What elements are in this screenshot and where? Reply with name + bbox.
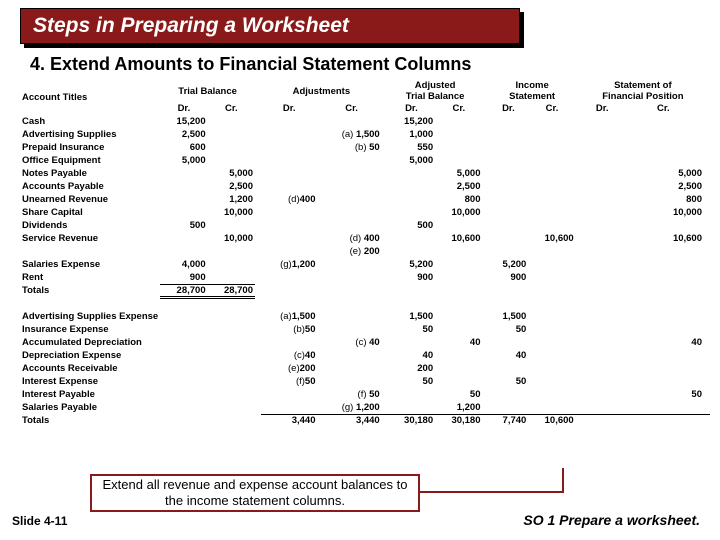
account-title: Salaries Payable bbox=[20, 401, 160, 414]
dr-header: Dr. bbox=[489, 102, 529, 115]
account-title: Totals bbox=[20, 414, 160, 427]
table-row: Accumulated Depreciation(c) 404040 bbox=[20, 336, 710, 349]
account-title: Depreciation Expense bbox=[20, 349, 160, 362]
table-row: Advertising Supplies Expense(a)1,5001,50… bbox=[20, 310, 710, 323]
table-row: Share Capital10,00010,00010,000 bbox=[20, 206, 710, 219]
col-group: Statement ofFinancial Position bbox=[582, 80, 704, 102]
col-group: Trial Balance bbox=[160, 80, 255, 102]
worksheet-grid: Account TitlesTrial Balance Adjustments Ad… bbox=[20, 80, 710, 427]
table-row: Salaries Expense4,000(g)1,2005,2005,200 bbox=[20, 258, 710, 271]
account-title: Insurance Expense bbox=[20, 323, 160, 336]
account-title: Advertising Supplies bbox=[20, 128, 160, 141]
banner-title: Steps in Preparing a Worksheet bbox=[33, 14, 349, 38]
col-group: Adjustments bbox=[261, 80, 382, 102]
dr-header: Dr. bbox=[261, 102, 317, 115]
cr-header: Cr. bbox=[435, 102, 482, 115]
table-row: Accounts Payable2,5002,5002,500 bbox=[20, 180, 710, 193]
account-title: Share Capital bbox=[20, 206, 160, 219]
callout-box: Extend all revenue and expense account b… bbox=[90, 474, 420, 512]
cr-header: Cr. bbox=[321, 102, 381, 115]
account-title: Rent bbox=[20, 271, 160, 284]
table-row: Interest Payable(f) 505050 bbox=[20, 388, 710, 401]
account-title: Accumulated Depreciation bbox=[20, 336, 160, 349]
account-title: Accounts Payable bbox=[20, 180, 160, 193]
account-title: Interest Expense bbox=[20, 375, 160, 388]
col-group: IncomeStatement bbox=[489, 80, 576, 102]
account-title bbox=[20, 245, 160, 258]
cr-header: Cr. bbox=[528, 102, 575, 115]
account-title: Interest Payable bbox=[20, 388, 160, 401]
account-title: Unearned Revenue bbox=[20, 193, 160, 206]
table-row: Office Equipment5,0005,000 bbox=[20, 154, 710, 167]
account-title: Office Equipment bbox=[20, 154, 160, 167]
table-row: Insurance Expense(b)505050 bbox=[20, 323, 710, 336]
dr-header: Dr. bbox=[388, 102, 435, 115]
subheading: 4. Extend Amounts to Financial Statement… bbox=[30, 54, 471, 75]
table-row: (e) 200 bbox=[20, 245, 710, 258]
table-row: Totals28,70028,700 bbox=[20, 284, 710, 297]
table-row: Depreciation Expense(c)404040 bbox=[20, 349, 710, 362]
table-row: Salaries Payable(g) 1,2001,200 bbox=[20, 401, 710, 414]
dr-header: Dr. bbox=[582, 102, 623, 115]
account-title: Prepaid Insurance bbox=[20, 141, 160, 154]
dr-header: Dr. bbox=[160, 102, 207, 115]
slide-number: Slide 4-11 bbox=[12, 514, 67, 528]
worksheet-table: Account TitlesTrial Balance Adjustments Ad… bbox=[20, 80, 710, 427]
table-row: Accounts Receivable(e)200200 bbox=[20, 362, 710, 375]
account-title: Dividends bbox=[20, 219, 160, 232]
table-row: Dividends500500 bbox=[20, 219, 710, 232]
table-row: Interest Expense(f)505050 bbox=[20, 375, 710, 388]
account-title: Totals bbox=[20, 284, 160, 297]
account-title: Salaries Expense bbox=[20, 258, 160, 271]
title-banner: Steps in Preparing a Worksheet bbox=[20, 8, 520, 44]
cr-header: Cr. bbox=[623, 102, 704, 115]
table-row: Cash15,20015,200 bbox=[20, 115, 710, 128]
footer-right: SO 1 Prepare a worksheet. bbox=[523, 512, 700, 528]
acct-header: Account Titles bbox=[20, 80, 160, 115]
table-row: Totals3,4403,44030,18030,1807,74010,600 bbox=[20, 414, 710, 427]
table-row: Unearned Revenue1,200(d)400800800 bbox=[20, 193, 710, 206]
col-group: AdjustedTrial Balance bbox=[388, 80, 483, 102]
table-row: Advertising Supplies2,500(a) 1,5001,000 bbox=[20, 128, 710, 141]
table-row: Service Revenue10,000(d) 40010,60010,600… bbox=[20, 232, 710, 245]
account-title: Service Revenue bbox=[20, 232, 160, 245]
cr-header: Cr. bbox=[208, 102, 255, 115]
table-row: Prepaid Insurance600(b) 50550 bbox=[20, 141, 710, 154]
account-title: Notes Payable bbox=[20, 167, 160, 180]
callout-arrow-vertical bbox=[562, 468, 564, 493]
callout-arrow-horizontal bbox=[420, 491, 562, 493]
account-title: Cash bbox=[20, 115, 160, 128]
banner-main: Steps in Preparing a Worksheet bbox=[20, 8, 520, 44]
account-title: Advertising Supplies Expense bbox=[20, 310, 160, 323]
table-row: Rent900900900 bbox=[20, 271, 710, 284]
account-title: Accounts Receivable bbox=[20, 362, 160, 375]
table-row: Notes Payable5,0005,0005,000 bbox=[20, 167, 710, 180]
callout-text: Extend all revenue and expense account b… bbox=[92, 477, 418, 508]
